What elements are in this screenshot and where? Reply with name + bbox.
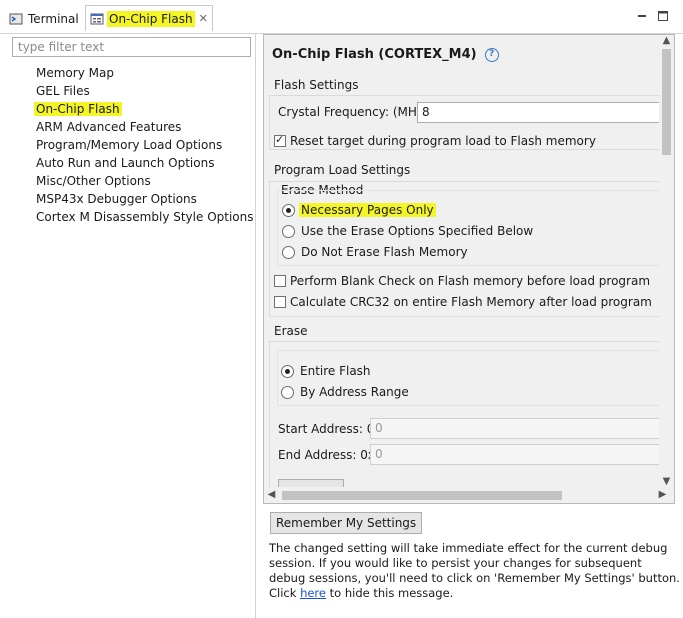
tree-item-msp43x-debugger-options[interactable]: MSP43x Debugger Options: [36, 190, 256, 208]
radio-use-erase-options[interactable]: Use the Erase Options Specified Below: [282, 224, 535, 238]
tree-item-auto-run-and-launch-options[interactable]: Auto Run and Launch Options: [36, 154, 256, 172]
tree-item-misc-other-options[interactable]: Misc/Other Options: [36, 172, 256, 190]
necessary-pages-only-label: Necessary Pages Only: [299, 203, 436, 217]
blank-check-checkbox[interactable]: Perform Blank Check on Flash memory befo…: [274, 274, 650, 288]
crc32-label: Calculate CRC32 on entire Flash Memory a…: [290, 295, 652, 309]
scroll-left-icon[interactable]: ◀: [264, 489, 279, 501]
page-title-text: On-Chip Flash (CORTEX_M4): [272, 47, 477, 62]
minimize-icon[interactable]: [636, 10, 648, 22]
remember-my-settings-button[interactable]: Remember My Settings: [270, 512, 423, 534]
settings-panel: On-Chip Flash (CORTEX_M4) ? Flash Settin…: [263, 34, 675, 504]
reset-target-checkbox[interactable]: Reset target during program load to Flas…: [274, 133, 596, 148]
checkbox-icon: [274, 296, 286, 308]
tree-item-arm-advanced-features[interactable]: ARM Advanced Features: [36, 118, 256, 136]
tab-terminal-label: Terminal: [28, 12, 79, 26]
scroll-up-icon[interactable]: ▲: [659, 35, 674, 47]
by-address-range-label: By Address Range: [300, 385, 409, 399]
do-not-erase-label: Do Not Erase Flash Memory: [301, 245, 468, 259]
radio-by-address-range[interactable]: By Address Range: [281, 385, 411, 399]
close-icon[interactable]: ✕: [199, 12, 208, 25]
checkbox-icon: [274, 133, 286, 147]
maximize-icon[interactable]: [657, 10, 669, 22]
start-address-label: Start Address: 0x: [278, 422, 382, 436]
property-tree: Memory Map GEL Files On-Chip Flash ARM A…: [34, 64, 256, 226]
start-address-input[interactable]: 0: [370, 418, 660, 439]
horizontal-scroll-thumb[interactable]: [282, 491, 562, 500]
tree-item-cortex-m-disassembly-style-options[interactable]: Cortex M Disassembly Style Options: [36, 208, 256, 226]
settings-content: On-Chip Flash (CORTEX_M4) ? Flash Settin…: [264, 35, 660, 488]
radio-necessary-pages-only[interactable]: Necessary Pages Only: [282, 203, 436, 217]
use-erase-options-label: Use the Erase Options Specified Below: [301, 224, 534, 238]
end-address-input[interactable]: 0: [370, 444, 660, 465]
radio-icon: [282, 224, 295, 238]
tree-item-memory-map[interactable]: Memory Map: [36, 64, 256, 82]
checkbox-icon: [274, 275, 286, 287]
terminal-icon: [9, 12, 23, 26]
radio-do-not-erase[interactable]: Do Not Erase Flash Memory: [282, 245, 470, 259]
info-message: The changed setting will take immediate …: [269, 541, 681, 601]
property-tree-pane: Memory Map GEL Files On-Chip Flash ARM A…: [0, 34, 256, 618]
erase-label: Erase: [274, 324, 308, 338]
properties-icon: [90, 12, 104, 26]
crystal-frequency-input[interactable]: 8: [417, 102, 660, 123]
reset-target-label: Reset target during program load to Flas…: [290, 134, 596, 148]
tab-on-chip-flash[interactable]: On-Chip Flash ✕: [85, 5, 213, 31]
tree-item-program-memory-load-options[interactable]: Program/Memory Load Options: [36, 136, 256, 154]
scroll-down-icon[interactable]: ▼: [659, 476, 674, 488]
blank-check-label: Perform Blank Check on Flash memory befo…: [290, 274, 651, 288]
radio-icon: [282, 203, 295, 217]
tab-terminal[interactable]: Terminal: [9, 7, 81, 31]
vertical-scroll-thumb[interactable]: [662, 49, 671, 155]
tab-on-chip-flash-label: On-Chip Flash: [107, 10, 195, 27]
hide-message-link[interactable]: here: [300, 586, 326, 600]
info-message-tail: to hide this message.: [325, 586, 454, 600]
radio-icon: [282, 245, 295, 259]
tree-item-gel-files[interactable]: GEL Files: [36, 82, 256, 100]
editor-tab-bar: Terminal On-Chip Flash ✕: [0, 0, 683, 34]
scroll-right-icon[interactable]: ▶: [655, 489, 670, 501]
help-icon[interactable]: ?: [484, 47, 499, 62]
horizontal-scrollbar[interactable]: ◀ ▶: [264, 487, 666, 503]
end-address-label: End Address: 0x: [278, 448, 376, 462]
page-title: On-Chip Flash (CORTEX_M4) ?: [272, 47, 499, 62]
radio-icon: [281, 385, 294, 399]
crc32-checkbox[interactable]: Calculate CRC32 on entire Flash Memory a…: [274, 295, 652, 309]
property-page: On-Chip Flash (CORTEX_M4) ? Flash Settin…: [258, 34, 683, 618]
entire-flash-label: Entire Flash: [300, 364, 371, 378]
vertical-scrollbar[interactable]: ▲ ▼: [659, 35, 674, 488]
tree-item-on-chip-flash[interactable]: On-Chip Flash: [34, 100, 256, 118]
radio-icon: [281, 364, 294, 378]
filter-input[interactable]: [12, 37, 251, 57]
flash-settings-label: Flash Settings: [274, 78, 359, 92]
program-load-settings-label: Program Load Settings: [274, 163, 411, 177]
crystal-frequency-label: Crystal Frequency: (MHz): [278, 105, 428, 119]
radio-entire-flash[interactable]: Entire Flash: [281, 364, 373, 378]
